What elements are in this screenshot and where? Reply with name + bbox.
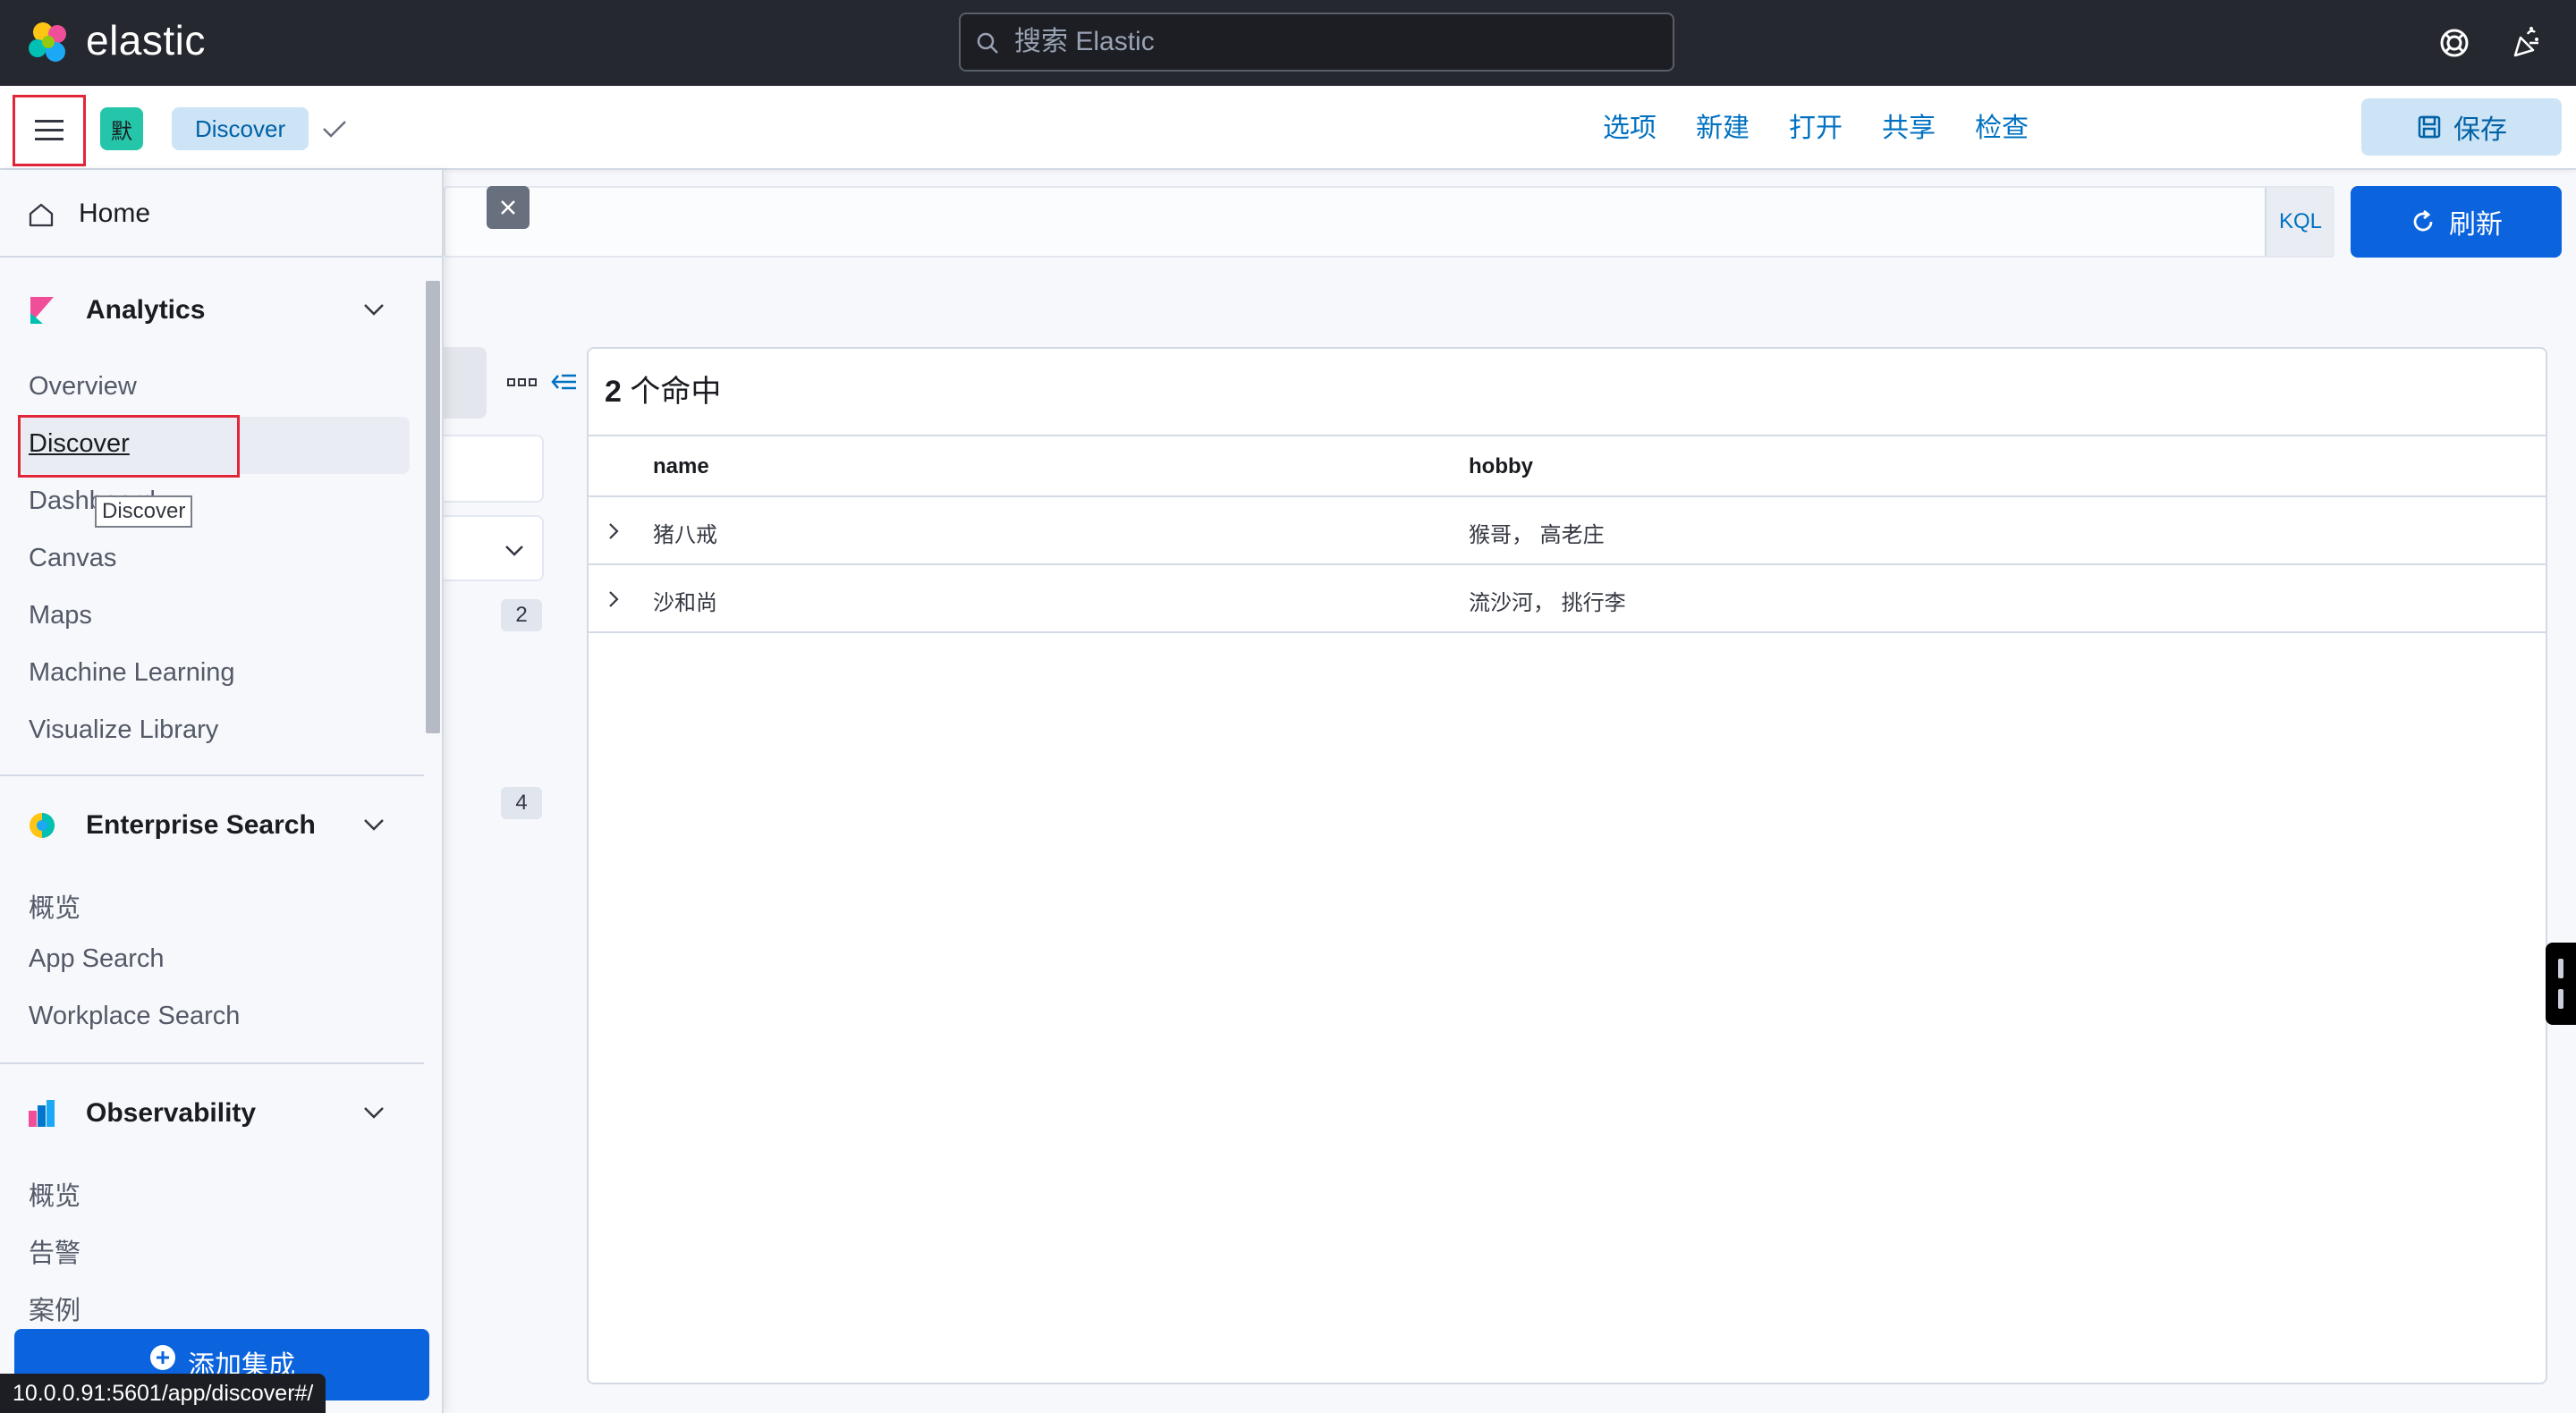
kibana-logo-icon bbox=[30, 297, 54, 324]
nav-item-cases[interactable]: 案例 bbox=[29, 1290, 80, 1327]
collapse-sidebar-icon[interactable] bbox=[549, 367, 580, 397]
resize-handle[interactable] bbox=[2546, 943, 2576, 1025]
observability-logo-icon bbox=[29, 1100, 55, 1127]
nav-scrollbar-thumb[interactable] bbox=[426, 281, 440, 733]
side-navigation: Home Analytics Overview Discover Dashboa… bbox=[0, 170, 444, 1413]
chevron-down-icon[interactable] bbox=[360, 295, 388, 324]
global-header: elastic bbox=[0, 0, 2576, 86]
table-header: name hobby bbox=[589, 435, 2546, 497]
nav-item-maps[interactable]: Maps bbox=[29, 601, 92, 630]
space-avatar[interactable]: 默 bbox=[100, 107, 143, 150]
cell-name: 沙和尚 bbox=[653, 590, 717, 615]
help-icon[interactable] bbox=[2436, 25, 2472, 61]
refresh-icon bbox=[2413, 209, 2433, 232]
chevron-down-icon[interactable] bbox=[360, 810, 388, 839]
nav-group-analytics[interactable]: Analytics bbox=[86, 295, 205, 326]
search-icon bbox=[977, 32, 998, 54]
nav-group-enterprise-search[interactable]: Enterprise Search bbox=[86, 810, 316, 841]
nav-item-visualize-library[interactable]: Visualize Library bbox=[29, 715, 218, 745]
refresh-label: 刷新 bbox=[2449, 210, 2503, 240]
clear-query-button[interactable] bbox=[487, 186, 530, 229]
app-toolbar: 默 Discover 选项 新建 打开 共享 检查 保存 bbox=[0, 86, 2576, 170]
save-button[interactable]: 保存 bbox=[2361, 98, 2562, 156]
home-icon bbox=[29, 203, 54, 227]
expand-row-icon[interactable] bbox=[601, 587, 626, 612]
hamburger-icon bbox=[35, 120, 64, 140]
nav-home-link[interactable]: Home bbox=[0, 170, 442, 258]
index-pattern-selector[interactable] bbox=[444, 347, 487, 419]
chevron-down-icon bbox=[505, 546, 523, 556]
options-dots-icon[interactable] bbox=[506, 374, 538, 392]
options-link[interactable]: 选项 bbox=[1583, 104, 1676, 154]
table-row: 沙和尚 流沙河， 挑行李 bbox=[589, 565, 2546, 633]
elastic-logo-icon[interactable] bbox=[25, 18, 75, 68]
nav-item-alerts[interactable]: 告警 bbox=[29, 1232, 80, 1270]
open-link[interactable]: 打开 bbox=[1769, 104, 1862, 154]
nav-item-overview[interactable]: Overview bbox=[29, 372, 137, 402]
browser-status-url: 10.0.0.91:5601/app/discover#/ bbox=[0, 1374, 326, 1413]
chevron-down-icon[interactable] bbox=[360, 1098, 388, 1127]
nav-item-observability-overview[interactable]: 概览 bbox=[29, 1175, 80, 1213]
plus-circle-icon bbox=[150, 1345, 175, 1370]
hits-suffix: 个命中 bbox=[621, 375, 722, 409]
save-icon bbox=[2418, 115, 2441, 139]
breadcrumb-discover[interactable]: Discover bbox=[172, 107, 309, 150]
nav-item-machine-learning[interactable]: Machine Learning bbox=[29, 658, 235, 688]
column-header-hobby[interactable]: hobby bbox=[1469, 454, 1533, 479]
enterprise-search-logo-icon bbox=[30, 813, 55, 838]
nav-divider bbox=[0, 1062, 424, 1064]
nav-group-observability[interactable]: Observability bbox=[86, 1098, 256, 1129]
hits-number: 2 bbox=[605, 375, 622, 409]
new-link[interactable]: 新建 bbox=[1676, 104, 1769, 154]
cell-hobby: 猴哥， 高老庄 bbox=[1469, 522, 1605, 547]
handle-grip bbox=[2558, 989, 2563, 1009]
nav-item-enterprise-overview[interactable]: 概览 bbox=[29, 887, 80, 925]
nav-item-app-search[interactable]: App Search bbox=[29, 944, 165, 974]
expand-row-icon[interactable] bbox=[601, 519, 626, 544]
nav-item-canvas[interactable]: Canvas bbox=[29, 544, 116, 573]
nav-item-workplace-search[interactable]: Workplace Search bbox=[29, 1002, 240, 1031]
field-search-input[interactable] bbox=[444, 435, 544, 503]
available-fields-count: 4 bbox=[501, 787, 542, 819]
save-label: 保存 bbox=[2453, 115, 2507, 145]
brand-name: elastic bbox=[86, 17, 206, 63]
query-input[interactable] bbox=[444, 186, 2334, 258]
newsfeed-icon[interactable] bbox=[2508, 25, 2544, 61]
column-header-name[interactable]: name bbox=[653, 454, 709, 479]
global-search[interactable] bbox=[959, 13, 1674, 72]
tooltip: Discover bbox=[95, 495, 193, 528]
hits-counter: 2 个命中 bbox=[605, 367, 721, 410]
table-row: 猪八戒 猴哥， 高老庄 bbox=[589, 497, 2546, 565]
annotation-highlight-box bbox=[18, 415, 240, 478]
refresh-button[interactable]: 刷新 bbox=[2351, 186, 2562, 258]
nav-home-label: Home bbox=[79, 199, 151, 228]
cell-hobby: 流沙河， 挑行李 bbox=[1469, 590, 1626, 615]
close-icon bbox=[501, 200, 515, 215]
cell-name: 猪八戒 bbox=[653, 522, 717, 547]
inspect-link[interactable]: 检查 bbox=[1955, 104, 2048, 154]
check-icon bbox=[323, 121, 346, 138]
query-language-button[interactable]: KQL bbox=[2265, 188, 2334, 256]
global-search-input[interactable] bbox=[1014, 21, 1658, 63]
selected-fields-count: 2 bbox=[501, 599, 542, 631]
share-link[interactable]: 共享 bbox=[1862, 104, 1955, 154]
nav-divider bbox=[0, 774, 424, 776]
handle-grip bbox=[2558, 959, 2563, 978]
nav-menu-button[interactable] bbox=[13, 95, 86, 166]
document-table-panel: 2 个命中 name hobby 猪八戒 猴哥， 高老庄 沙和尚 流沙河， 挑行… bbox=[587, 347, 2547, 1384]
field-filter-dropdown[interactable] bbox=[444, 515, 544, 581]
top-nav-links: 选项 新建 打开 共享 检查 bbox=[1583, 104, 2048, 154]
